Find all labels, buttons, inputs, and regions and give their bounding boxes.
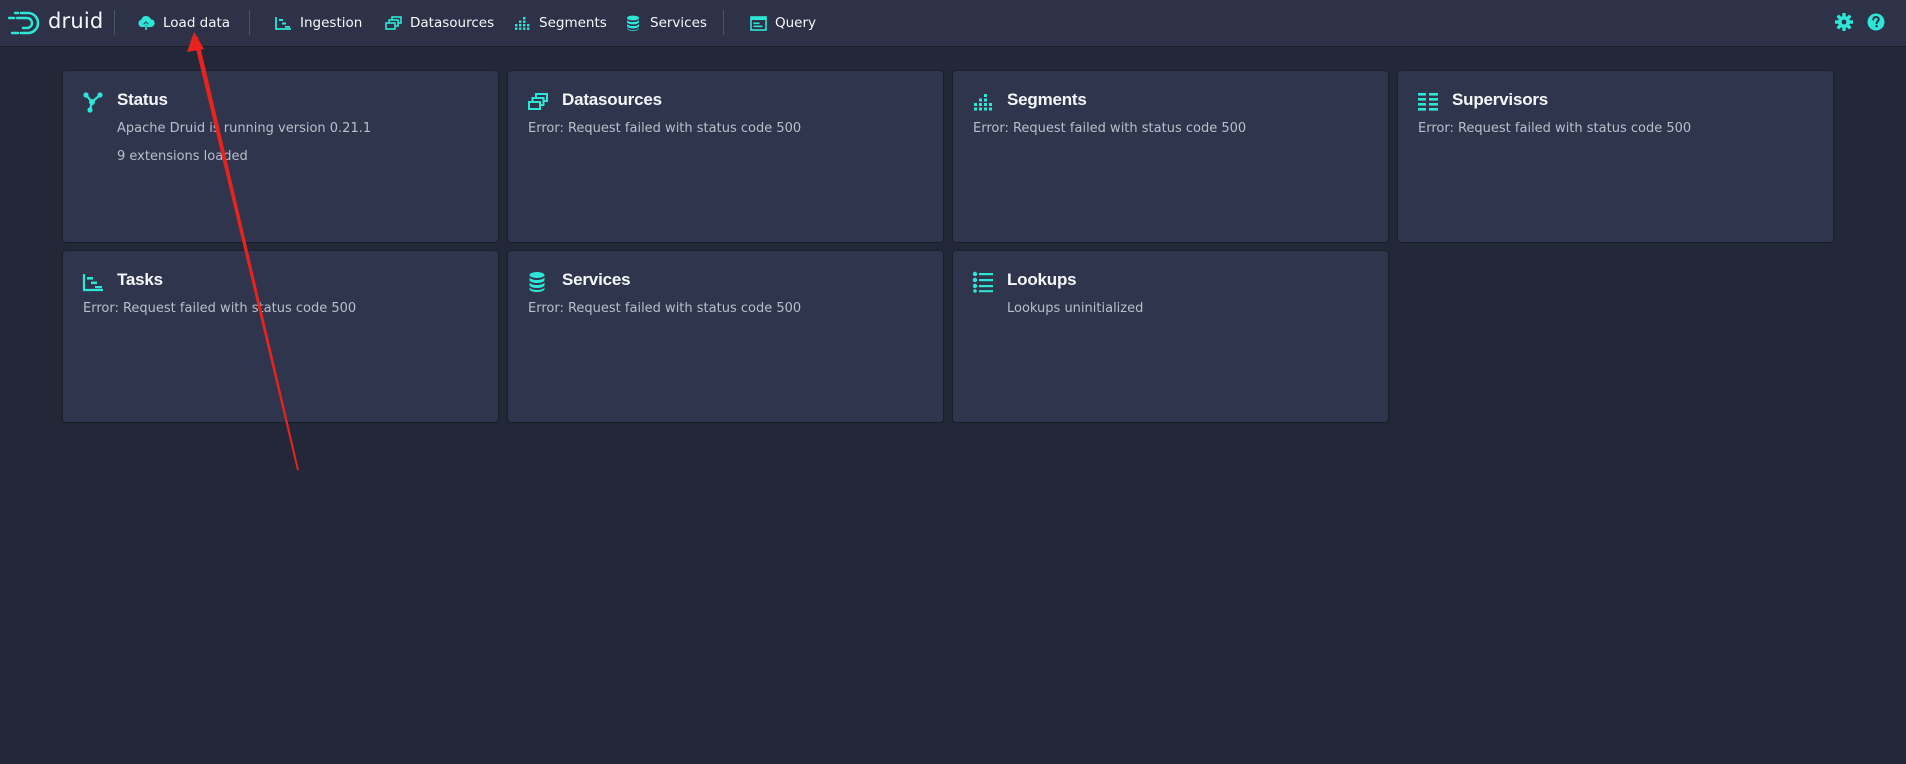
nav-divider	[723, 10, 724, 35]
datasources-title: Datasources	[562, 90, 662, 109]
supervisors-card[interactable]: Supervisors Error: Request failed with s…	[1398, 71, 1833, 242]
query-label: Query	[775, 15, 817, 31]
database-icon	[527, 271, 549, 293]
load-data-label: Load data	[163, 15, 231, 31]
tasks-error-text: Error: Request failed with status code 5…	[83, 301, 357, 316]
query-tab[interactable]: Query	[749, 8, 816, 38]
segments-label: Segments	[539, 15, 607, 31]
logo-text: druid	[48, 9, 104, 33]
supervisors-error-text: Error: Request failed with status code 5…	[1418, 121, 1692, 136]
application-icon	[749, 14, 767, 32]
properties-icon	[972, 271, 994, 293]
database-icon	[624, 14, 642, 32]
datasources-label: Datasources	[410, 15, 495, 31]
multi-select-icon	[384, 14, 402, 32]
segments-error-text: Error: Request failed with status code 5…	[973, 121, 1247, 136]
list-columns-icon	[1417, 91, 1439, 113]
datasources-error-text: Error: Request failed with status code 5…	[528, 121, 802, 136]
nav-divider	[114, 10, 115, 35]
druid-logo-icon	[8, 11, 40, 35]
status-extensions-text: 9 extensions loaded	[117, 149, 248, 164]
services-card[interactable]: Services Error: Request failed with stat…	[508, 251, 943, 422]
status-title: Status	[117, 90, 168, 109]
services-title: Services	[562, 270, 631, 289]
lookups-card[interactable]: Lookups Lookups uninitialized	[953, 251, 1388, 422]
help-icon[interactable]	[1866, 12, 1886, 32]
nav-divider	[249, 10, 250, 35]
datasources-card[interactable]: Datasources Error: Request failed with s…	[508, 71, 943, 242]
status-card[interactable]: Status Apache Druid is running version 0…	[63, 71, 498, 242]
datasources-tab[interactable]: Datasources	[384, 8, 494, 38]
ingestion-label: Ingestion	[300, 15, 363, 31]
stacked-chart-icon	[513, 14, 531, 32]
segments-card[interactable]: Segments Error: Request failed with stat…	[953, 71, 1388, 242]
gantt-chart-icon	[274, 14, 292, 32]
tasks-card[interactable]: Tasks Error: Request failed with status …	[63, 251, 498, 422]
top-navbar: druid Load data Ingestion Datasources Se…	[0, 0, 1906, 46]
supervisors-title: Supervisors	[1452, 90, 1549, 109]
lookups-title: Lookups	[1007, 270, 1077, 289]
gantt-chart-icon	[82, 271, 104, 293]
druid-logo[interactable]: druid	[8, 8, 103, 38]
multi-select-icon	[527, 91, 549, 113]
stacked-chart-icon	[972, 91, 994, 113]
lookups-status-text: Lookups uninitialized	[1007, 301, 1144, 316]
load-data-button[interactable]: Load data	[137, 8, 230, 38]
cog-icon[interactable]	[1834, 12, 1854, 32]
services-label: Services	[650, 15, 707, 31]
segments-title: Segments	[1007, 90, 1087, 109]
ingestion-tab[interactable]: Ingestion	[274, 8, 362, 38]
segments-tab[interactable]: Segments	[513, 8, 607, 38]
tasks-title: Tasks	[117, 270, 163, 289]
status-version-text: Apache Druid is running version 0.21.1	[117, 121, 372, 136]
graph-icon	[82, 91, 104, 113]
cloud-upload-icon	[137, 14, 155, 32]
services-tab[interactable]: Services	[624, 8, 707, 38]
services-error-text: Error: Request failed with status code 5…	[528, 301, 802, 316]
